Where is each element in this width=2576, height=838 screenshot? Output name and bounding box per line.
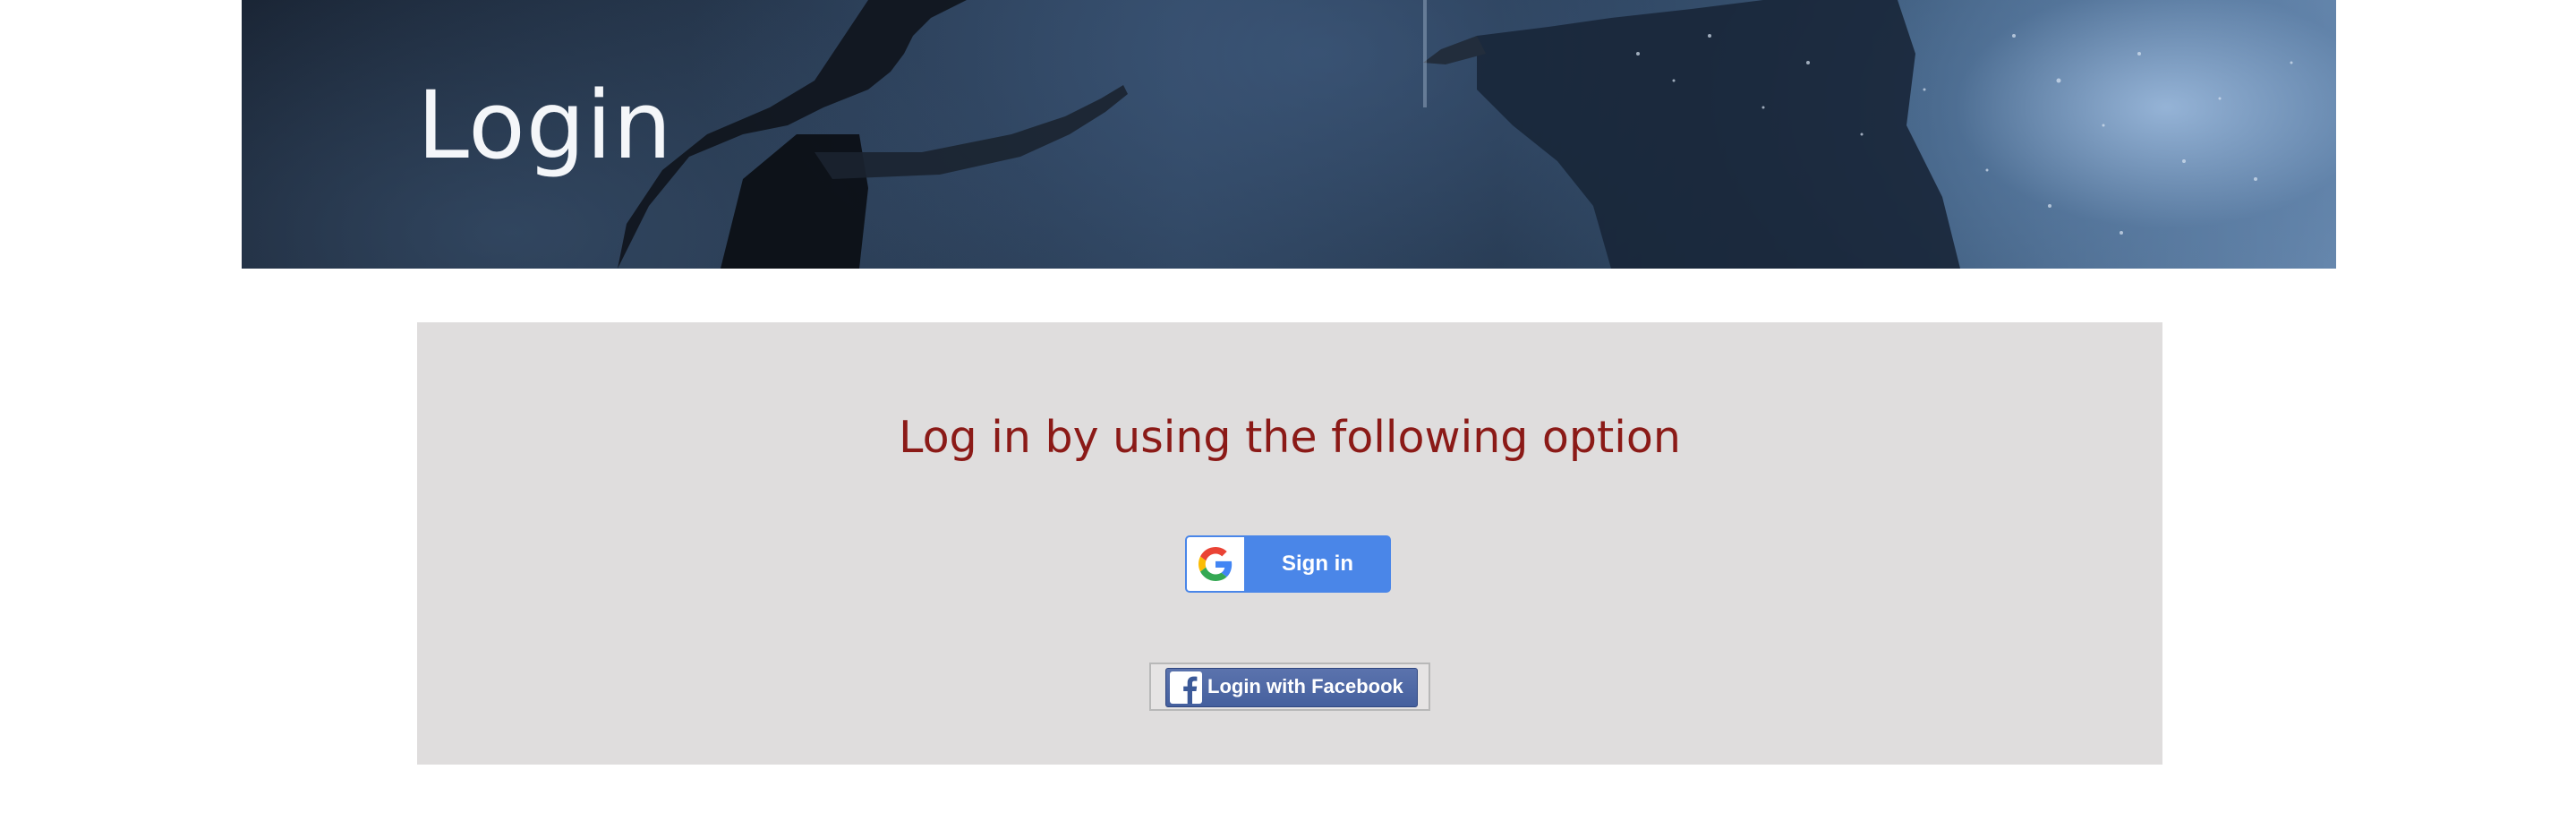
- google-sign-in-label: Sign in: [1282, 552, 1353, 576]
- facebook-login-frame: Login with Facebook: [1149, 663, 1430, 711]
- login-page: Login Log in by using the following opti…: [0, 0, 2576, 838]
- hero-banner: Login: [242, 0, 2336, 269]
- facebook-f-icon: [1170, 671, 1202, 704]
- facebook-login-button[interactable]: Login with Facebook: [1165, 668, 1418, 707]
- facebook-login-label: Login with Facebook: [1207, 675, 1403, 697]
- google-logo-container: [1187, 537, 1244, 591]
- google-g-icon: [1198, 547, 1233, 581]
- login-options-heading: Log in by using the following option: [899, 412, 1681, 463]
- google-sign-in-button[interactable]: Sign in: [1185, 535, 1391, 593]
- login-options-panel: Log in by using the following option Sig…: [417, 322, 2162, 765]
- page-title: Login: [417, 71, 673, 180]
